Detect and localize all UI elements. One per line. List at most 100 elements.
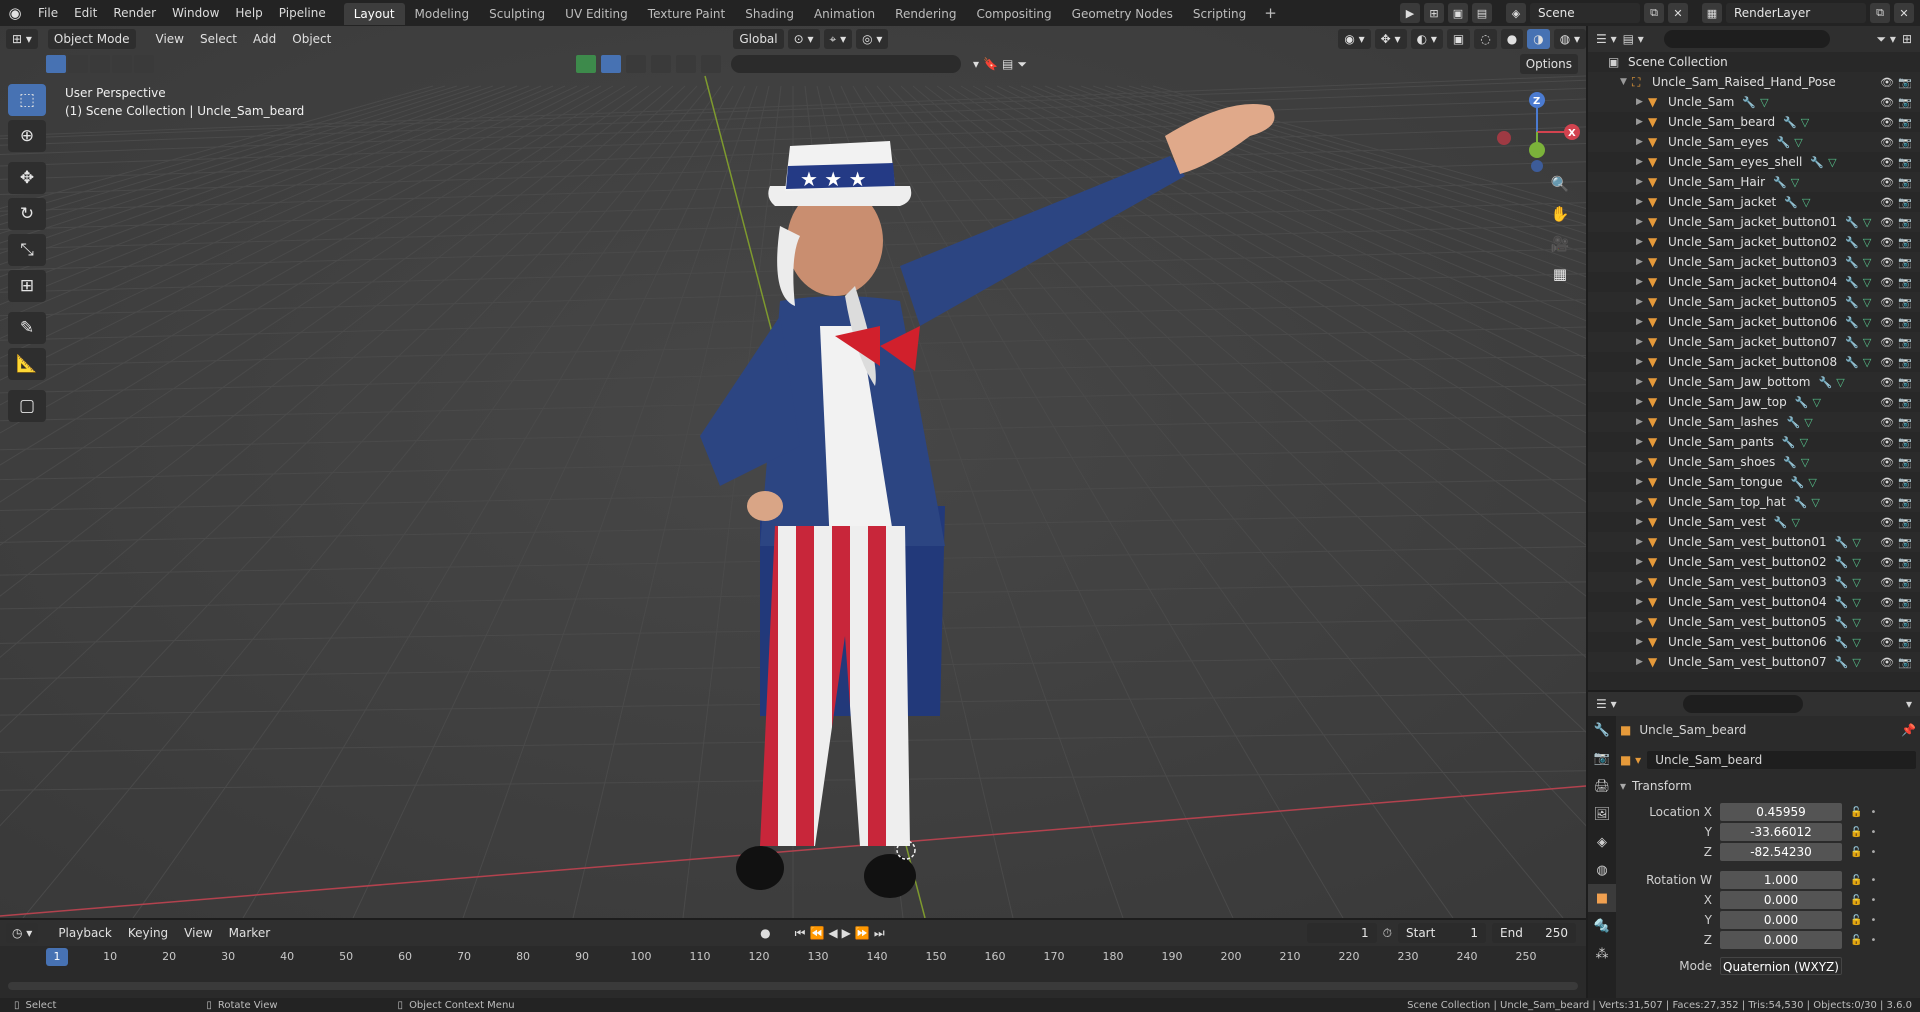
select-extend-icon[interactable]	[68, 55, 88, 73]
view-layer-tab-icon[interactable]: 🖼	[1588, 800, 1616, 828]
expand-right-icon[interactable]: ▶	[1636, 417, 1648, 427]
camera-icon[interactable]: 📷	[1898, 436, 1912, 449]
outliner-item[interactable]: ▶ ▼ Uncle_Sam_jacket 🔧 ▽ 👁 📷	[1588, 192, 1920, 212]
overlay-icon[interactable]: ◐ ▾	[1410, 29, 1443, 49]
eye-icon[interactable]: 👁	[1880, 376, 1894, 389]
viewport-menu-object[interactable]: Object	[284, 32, 339, 46]
eye-icon[interactable]: 👁	[1880, 656, 1894, 669]
expand-right-icon[interactable]: ▶	[1636, 357, 1648, 367]
camera-icon[interactable]: 📷	[1898, 536, 1912, 549]
camera-icon[interactable]: 📷	[1898, 116, 1912, 129]
play-render-icon[interactable]: ▶	[1400, 3, 1420, 23]
expand-right-icon[interactable]: ▶	[1636, 477, 1648, 487]
eye-icon[interactable]: 👁	[1880, 136, 1894, 149]
tool-tab-icon[interactable]: 🔧	[1588, 716, 1616, 744]
camera-icon[interactable]: 📷	[1898, 156, 1912, 169]
eye-icon[interactable]: 👁	[1880, 356, 1894, 369]
navigation-gizmo[interactable]: Z X	[1492, 82, 1582, 172]
expand-right-icon[interactable]: ▶	[1636, 597, 1648, 607]
camera-icon[interactable]: 📷	[1898, 76, 1912, 89]
eye-icon[interactable]: 👁	[1880, 276, 1894, 289]
object-data-icon[interactable]: ■ ▾	[1620, 753, 1641, 767]
camera-icon[interactable]: 📷	[1898, 576, 1912, 589]
outliner-item[interactable]: ▶ ▼ Uncle_Sam_vest 🔧 ▽ 👁 📷	[1588, 512, 1920, 532]
rotation-x-field[interactable]: 0.000	[1720, 891, 1842, 909]
tab-texture-paint[interactable]: Texture Paint	[638, 3, 735, 25]
camera-icon[interactable]: 📷	[1898, 616, 1912, 629]
expand-down-icon[interactable]: ▼	[1620, 77, 1632, 87]
expand-right-icon[interactable]: ▶	[1636, 157, 1648, 167]
outliner-search-input[interactable]	[1663, 30, 1831, 48]
eye-icon[interactable]: 👁	[1880, 576, 1894, 589]
outliner-item[interactable]: ▶ ▼ Uncle_Sam_beard 🔧 ▽ 👁 📷	[1588, 112, 1920, 132]
outliner-item[interactable]: ▶ ▼ Uncle_Sam_vest_button06 🔧 ▽ 👁 📷	[1588, 632, 1920, 652]
lock-icon[interactable]: 🔓	[1850, 847, 1862, 858]
outliner-item[interactable]: ▶ ▼ Uncle_Sam_jacket_button03 🔧 ▽ 👁 📷	[1588, 252, 1920, 272]
empty-filter-icon[interactable]	[676, 55, 696, 73]
outliner-item[interactable]: ▶ ▼ Uncle_Sam_vest_button03 🔧 ▽ 👁 📷	[1588, 572, 1920, 592]
rotate-tool-icon[interactable]: ↻	[8, 198, 46, 230]
select-subtract-icon[interactable]	[90, 55, 110, 73]
lock-icon[interactable]: 🔓	[1850, 915, 1862, 926]
menu-window[interactable]: Window	[164, 0, 227, 26]
camera-icon[interactable]: 📷	[1898, 556, 1912, 569]
move-tool-icon[interactable]: ✥	[8, 162, 46, 194]
collection-row[interactable]: ▼ ⛶ Uncle_Sam_Raised_Hand_Pose 👁 📷	[1588, 72, 1920, 92]
expand-right-icon[interactable]: ▶	[1636, 397, 1648, 407]
eye-icon[interactable]: 👁	[1880, 396, 1894, 409]
light-filter-icon[interactable]	[626, 55, 646, 73]
outliner-item[interactable]: ▶ ▼ Uncle_Sam_shoes 🔧 ▽ 👁 📷	[1588, 452, 1920, 472]
blender-logo-icon[interactable]: ◉	[0, 0, 30, 26]
scale-tool-icon[interactable]: ⤡	[8, 234, 46, 266]
camera-icon[interactable]: 📷	[1898, 636, 1912, 649]
record-icon[interactable]: ●	[760, 926, 770, 940]
new-collection-icon[interactable]: ⊞	[1902, 32, 1912, 46]
camera-icon[interactable]: 📷	[1898, 276, 1912, 289]
eye-icon[interactable]: 👁	[1880, 636, 1894, 649]
prev-keyframe-icon[interactable]: ⏪	[809, 926, 824, 940]
menu-render[interactable]: Render	[105, 0, 164, 26]
expand-right-icon[interactable]: ▶	[1636, 257, 1648, 267]
close-layer-icon[interactable]: ✕	[1894, 3, 1914, 23]
outliner-item[interactable]: ▶ ▼ Uncle_Sam_top_hat 🔧 ▽ 👁 📷	[1588, 492, 1920, 512]
expand-right-icon[interactable]: ▶	[1636, 197, 1648, 207]
keyframe-dot-icon[interactable]: •	[1870, 827, 1876, 838]
expand-right-icon[interactable]: ▶	[1636, 217, 1648, 227]
expand-right-icon[interactable]: ▶	[1636, 557, 1648, 567]
lock-icon[interactable]: 🔓	[1850, 827, 1862, 838]
outliner-item[interactable]: ▶ ▼ Uncle_Sam_vest_button04 🔧 ▽ 👁 📷	[1588, 592, 1920, 612]
scene-tab-icon[interactable]: ◈	[1588, 828, 1616, 856]
camera-icon[interactable]: 📷	[1898, 516, 1912, 529]
camera-icon[interactable]: 📷	[1898, 256, 1912, 269]
play-icon[interactable]: ▶	[842, 926, 851, 940]
filter-icon[interactable]: ⏷ ▾	[1876, 32, 1895, 47]
expand-right-icon[interactable]: ▶	[1636, 237, 1648, 247]
eye-icon[interactable]: 👁	[1880, 76, 1894, 89]
expand-right-icon[interactable]: ▶	[1636, 297, 1648, 307]
keyframe-dot-icon[interactable]: •	[1870, 847, 1876, 858]
expand-right-icon[interactable]: ▶	[1636, 577, 1648, 587]
expand-right-icon[interactable]: ▶	[1636, 117, 1648, 127]
outliner-item[interactable]: ▶ ▼ Uncle_Sam_jacket_button05 🔧 ▽ 👁 📷	[1588, 292, 1920, 312]
camera-icon[interactable]: 📷	[1898, 476, 1912, 489]
add-cube-tool-icon[interactable]: ▢	[8, 390, 46, 422]
expand-right-icon[interactable]: ▶	[1636, 517, 1648, 527]
other-filter-icon[interactable]	[701, 55, 721, 73]
expand-right-icon[interactable]: ▶	[1636, 177, 1648, 187]
eye-icon[interactable]: 👁	[1880, 316, 1894, 329]
add-workspace-button[interactable]: +	[1256, 4, 1285, 22]
keyframe-dot-icon[interactable]: •	[1870, 875, 1876, 886]
eye-icon[interactable]: 👁	[1880, 496, 1894, 509]
scene-icon[interactable]: ◈	[1506, 3, 1526, 23]
ortho-grid-icon[interactable]: ▦	[1546, 260, 1574, 288]
neg-x-axis-icon[interactable]	[1497, 131, 1511, 145]
expand-right-icon[interactable]: ▶	[1636, 377, 1648, 387]
eye-icon[interactable]: 👁	[1880, 296, 1894, 309]
eye-icon[interactable]: 👁	[1880, 516, 1894, 529]
lock-icon[interactable]: 🔓	[1850, 935, 1862, 946]
eye-icon[interactable]: 👁	[1880, 456, 1894, 469]
location-x-field[interactable]: 0.45959	[1720, 803, 1842, 821]
timeline-menu-marker[interactable]: Marker	[221, 926, 278, 940]
eye-icon[interactable]: 👁	[1880, 616, 1894, 629]
expand-right-icon[interactable]: ▶	[1636, 457, 1648, 467]
